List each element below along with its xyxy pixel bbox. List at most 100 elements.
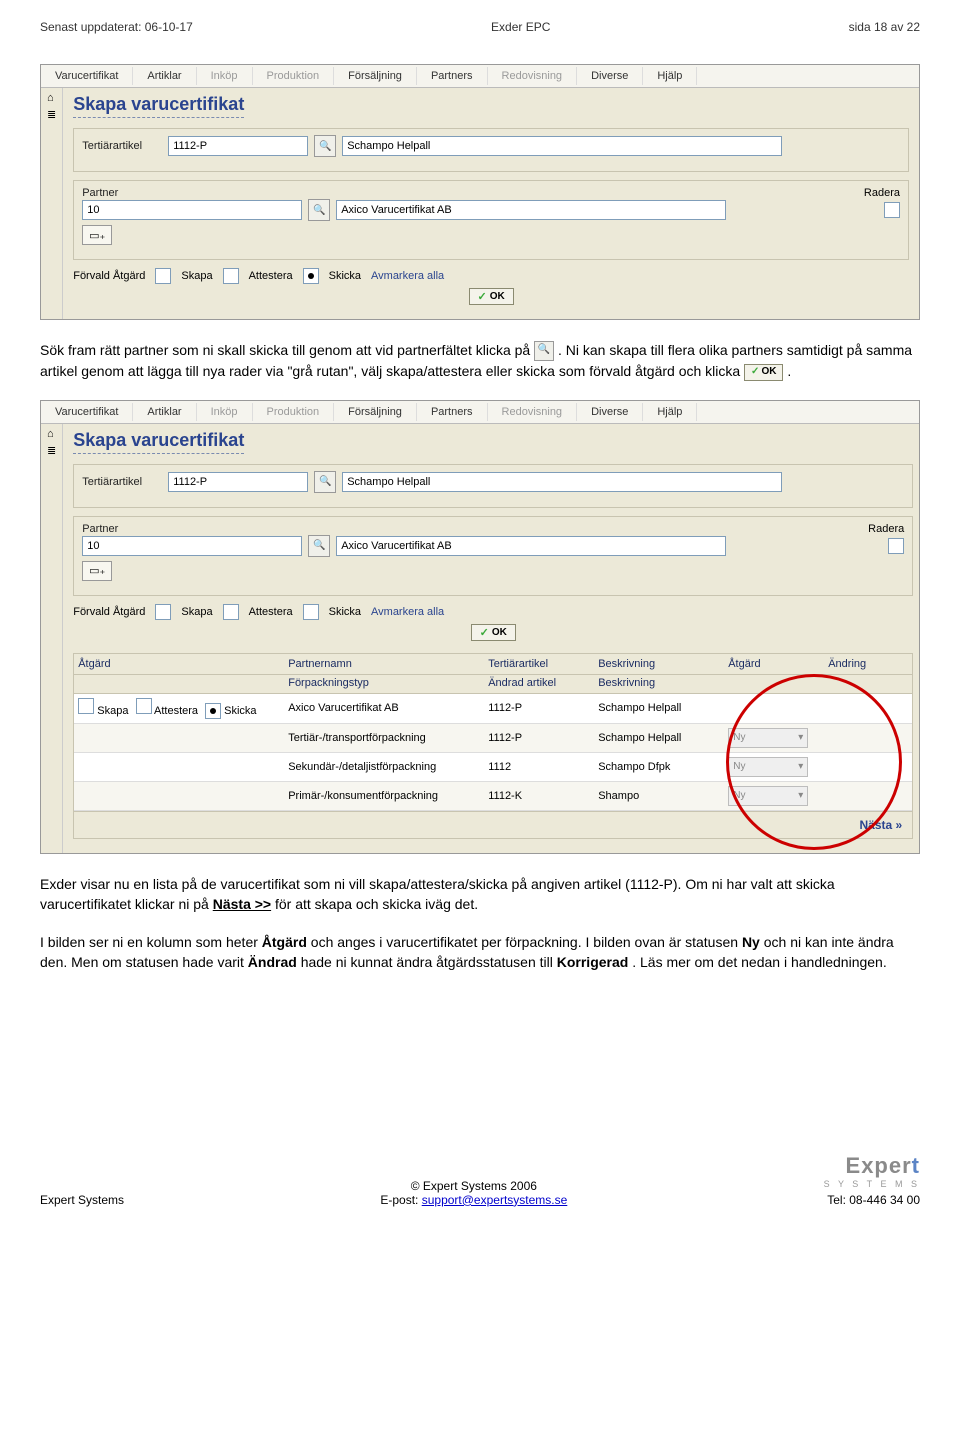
bold-atgard: Åtgärd xyxy=(262,934,307,950)
ok-label: OK xyxy=(490,291,505,302)
menu-forsaljning[interactable]: Försäljning xyxy=(334,67,417,85)
home-icon[interactable]: ⌂ xyxy=(47,428,56,440)
radera-checkbox[interactable] xyxy=(884,202,900,218)
search-icon-inline: 🔍 xyxy=(534,341,554,361)
th-forpack: Förpackningstyp xyxy=(288,677,488,689)
cell-art: 1112-P xyxy=(488,702,598,714)
tertiar-lookup-button[interactable]: 🔍 xyxy=(314,135,336,157)
menu-produktion: Produktion xyxy=(253,67,335,85)
nasta-button[interactable]: Nästa » xyxy=(73,812,913,839)
list-icon[interactable]: ≣ xyxy=(47,108,56,121)
menu-artiklar[interactable]: Artiklar xyxy=(133,67,196,85)
add-row-button[interactable]: ▭₊ xyxy=(82,561,112,581)
th-beskrivning2: Beskrivning xyxy=(598,677,728,689)
atgard-select[interactable]: Ny▾ xyxy=(728,728,808,748)
cell-beskr: Schampo Dfpk xyxy=(598,761,728,773)
table-row: Tertiär-/transportförpackning 1112-P Sch… xyxy=(74,724,912,753)
p1-t1: Sök fram rätt partner som ni skall skick… xyxy=(40,342,534,358)
footer-left: Expert Systems xyxy=(40,1193,124,1207)
menu-bar: Varucertifikat Artiklar Inköp Produktion… xyxy=(41,65,919,88)
menu-hjalp[interactable]: Hjälp xyxy=(643,403,697,421)
partner-lookup-button[interactable]: 🔍 xyxy=(308,199,330,221)
partner-desc-input[interactable] xyxy=(336,536,726,556)
row-radio-skicka[interactable] xyxy=(205,703,221,719)
menu-varucertifikat[interactable]: Varucertifikat xyxy=(41,67,133,85)
screenshot-2: Varucertifikat Artiklar Inköp Produktion… xyxy=(40,400,920,854)
forvald-label: Förvald Åtgärd xyxy=(73,270,145,282)
p1-t3: . xyxy=(787,363,791,379)
radio-skapa[interactable] xyxy=(155,604,171,620)
attestera-label: Attestera xyxy=(249,270,293,282)
partner-desc-input[interactable] xyxy=(336,200,726,220)
th-atgard: Åtgärd xyxy=(78,658,288,670)
row-radio-attestera[interactable] xyxy=(136,698,152,714)
menu-redovisning: Redovisning xyxy=(488,67,578,85)
atgard-select[interactable]: Ny▾ xyxy=(728,786,808,806)
cell-beskr: Schampo Helpall xyxy=(598,702,728,714)
ok-button-inline: ✓OK xyxy=(744,364,783,381)
cell-beskr: Shampo xyxy=(598,790,728,802)
menu-hjalp[interactable]: Hjälp xyxy=(643,67,697,85)
menu-varucertifikat[interactable]: Varucertifikat xyxy=(41,403,133,421)
cell-art: 1112-K xyxy=(488,790,598,802)
menu-inkop: Inköp xyxy=(197,403,253,421)
cell-forpack: Tertiär-/transportförpackning xyxy=(288,732,488,744)
partner-lookup-button[interactable]: 🔍 xyxy=(308,535,330,557)
th-beskrivning: Beskrivning xyxy=(598,658,728,670)
th-partnernamn: Partnernamn xyxy=(288,658,488,670)
th-tertiar: Tertiärartikel xyxy=(488,658,598,670)
menu-artiklar[interactable]: Artiklar xyxy=(133,403,196,421)
list-icon[interactable]: ≣ xyxy=(47,444,56,457)
row-radio-skapa[interactable] xyxy=(78,698,94,714)
screenshot-1: Varucertifikat Artiklar Inköp Produktion… xyxy=(40,64,920,320)
add-row-button[interactable]: ▭₊ xyxy=(82,225,112,245)
tertiar-input[interactable] xyxy=(168,472,308,492)
skapa-label: Skapa xyxy=(181,606,212,618)
tertiar-label: Tertiärartikel xyxy=(82,140,162,152)
skicka-label: Skicka xyxy=(329,606,361,618)
menu-forsaljning[interactable]: Försäljning xyxy=(334,403,417,421)
menu-partners[interactable]: Partners xyxy=(417,67,488,85)
home-icon[interactable]: ⌂ xyxy=(47,92,56,104)
ok-button[interactable]: ✓OK xyxy=(469,288,514,305)
menu-partners[interactable]: Partners xyxy=(417,403,488,421)
chevron-down-icon: ▾ xyxy=(798,761,803,772)
radio-skicka[interactable] xyxy=(303,604,319,620)
tertiar-input[interactable] xyxy=(168,136,308,156)
table-row: Primär-/konsumentförpackning 1112-K Sham… xyxy=(74,782,912,811)
menu-diverse[interactable]: Diverse xyxy=(577,403,643,421)
attestera-label: Attestera xyxy=(249,606,293,618)
radio-attestera[interactable] xyxy=(223,604,239,620)
ok-button[interactable]: ✓OK xyxy=(471,624,516,641)
cell-forpack: Primär-/konsumentförpackning xyxy=(288,790,488,802)
th-andring: Ändring xyxy=(828,658,908,670)
partner-input[interactable] xyxy=(82,200,302,220)
left-toolbar: ⌂ ≣ xyxy=(41,88,63,319)
tertiar-desc-input[interactable] xyxy=(342,472,782,492)
tertiar-label: Tertiärartikel xyxy=(82,476,162,488)
cell-art: 1112-P xyxy=(488,732,598,744)
tertiar-lookup-button[interactable]: 🔍 xyxy=(314,471,336,493)
table-row: Sekundär-/detaljistförpackning 1112 Scha… xyxy=(74,753,912,782)
footer-email-link[interactable]: support@expertsystems.se xyxy=(422,1193,568,1207)
header-center: Exder EPC xyxy=(491,20,550,34)
header-left: Senast uppdaterat: 06-10-17 xyxy=(40,20,193,34)
menu-diverse[interactable]: Diverse xyxy=(577,67,643,85)
page-title: Skapa varucertifikat xyxy=(73,430,244,454)
radio-attestera[interactable] xyxy=(223,268,239,284)
radio-skapa[interactable] xyxy=(155,268,171,284)
atgard-select[interactable]: Ny▾ xyxy=(728,757,808,777)
avmarkera-link[interactable]: Avmarkera alla xyxy=(371,606,444,618)
logo: Expert S Y S T E M S xyxy=(824,1153,920,1189)
tertiar-desc-input[interactable] xyxy=(342,136,782,156)
avmarkera-link[interactable]: Avmarkera alla xyxy=(371,270,444,282)
nasta-link-text: Nästa >> xyxy=(213,896,271,912)
footer-copyright: © Expert Systems 2006 xyxy=(380,1179,567,1193)
radera-checkbox[interactable] xyxy=(888,538,904,554)
radio-skicka[interactable] xyxy=(303,268,319,284)
partner-input[interactable] xyxy=(82,536,302,556)
partner-label: Partner xyxy=(82,187,162,199)
page-title: Skapa varucertifikat xyxy=(73,94,244,118)
cell-beskr: Schampo Helpall xyxy=(598,732,728,744)
partner-label: Partner xyxy=(82,523,162,535)
